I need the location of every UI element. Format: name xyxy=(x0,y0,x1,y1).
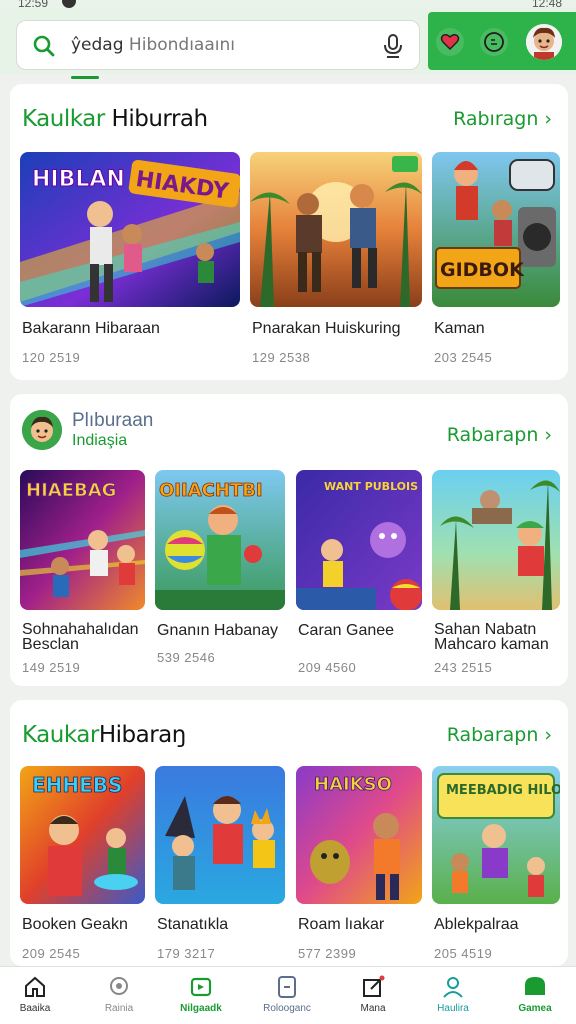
game-title: Pnarakan Huiskuring xyxy=(252,320,401,337)
nav-label: Nilgaadk xyxy=(180,1003,222,1014)
nav-label: Haulira xyxy=(437,1003,469,1014)
camera-dot-icon xyxy=(62,0,76,8)
game-count: 120 2519 xyxy=(22,350,81,365)
nav-people[interactable]: Haulira xyxy=(412,967,494,1024)
edit-icon xyxy=(363,975,385,997)
chevron-right-icon: › xyxy=(544,424,552,446)
section-title-dark: Hibaraŋ xyxy=(98,722,187,748)
game-icon xyxy=(190,977,212,997)
nav-tablet[interactable]: Rolooganc xyxy=(246,967,328,1024)
heart-button[interactable] xyxy=(436,28,464,56)
thumb-text-3: MEEBADIG HILON xyxy=(446,783,560,798)
bottom-nav: Baaika Rainia Nilgaadk Rolooganc Mana Ha… xyxy=(0,966,576,1024)
chat-icon xyxy=(484,32,504,52)
search-input[interactable]: ŷedag Hibondıaaını xyxy=(71,35,235,55)
search-bar[interactable]: ŷedag Hibondıaaını xyxy=(16,20,420,79)
see-more-label: Rabarapn xyxy=(446,424,539,446)
section-title-dark: Hiburrah xyxy=(104,106,209,132)
section-subtitle: Indiaşia xyxy=(72,432,128,449)
game-thumbnail xyxy=(250,152,422,307)
mic-icon[interactable] xyxy=(381,33,405,59)
home-icon xyxy=(25,976,45,997)
game-thumbnail: WANT PUBLOIS xyxy=(296,470,422,610)
nav-label: Rolooganc xyxy=(263,1003,311,1014)
section-title: Kaulkar Hiburrah xyxy=(22,106,208,132)
nav-game[interactable]: Nilgaadk xyxy=(160,967,242,1024)
game-thumbnail: OIIACHTBI xyxy=(155,470,285,610)
avatar[interactable] xyxy=(526,24,562,60)
see-more-label: Rabarapn xyxy=(446,724,539,746)
nav-edit[interactable]: Mana xyxy=(332,967,414,1024)
game-thumbnail: GIDBOK xyxy=(432,152,560,307)
game-thumbnail xyxy=(155,766,285,904)
game-count: 203 2545 xyxy=(434,350,493,365)
chevron-right-icon: › xyxy=(544,108,552,130)
section-games: KaukarHibaraŋ Rabarapn › EHHEBS Booken Ge… xyxy=(10,700,568,966)
chat-button[interactable] xyxy=(480,28,508,56)
see-more-label: Rabıragn xyxy=(453,108,539,130)
thumb-text-1: HIAEBAG xyxy=(26,480,116,501)
nav-label: Mana xyxy=(360,1003,386,1014)
game-thumbnail: HIAEBAG xyxy=(20,470,145,610)
game-count: 243 2515 xyxy=(434,660,493,675)
nav-label: Baaika xyxy=(19,1003,51,1014)
game-title: Sahan Nabatn Mahcaro kaman xyxy=(434,621,549,653)
people-icon xyxy=(443,977,463,998)
search-icon[interactable] xyxy=(31,33,57,59)
chevron-right-icon: › xyxy=(544,724,552,746)
thumb-text-3: GIDBOK xyxy=(440,259,525,281)
section-title: Plıburaan xyxy=(72,410,154,431)
chat-bubble-icon xyxy=(525,977,545,995)
game-count: 149 2519 xyxy=(22,660,81,675)
game-title: Bakarann Hibaraan xyxy=(22,320,160,337)
section-title-green: Kaukar xyxy=(22,722,99,748)
header-actions xyxy=(428,12,576,70)
see-more-link[interactable]: Rabıragn › xyxy=(453,108,552,130)
search-underline xyxy=(71,76,99,79)
game-title: Kaman xyxy=(434,320,485,337)
nav-label: Rainia xyxy=(104,1003,134,1014)
game-thumbnail: EHHEBS xyxy=(20,766,145,904)
game-title: Caran Ganee xyxy=(298,622,395,639)
thumb-text-2: HAIKSO xyxy=(314,774,392,795)
game-count: 205 4519 xyxy=(434,946,493,961)
game-title: Ablekpalraa xyxy=(434,916,519,933)
game-thumbnail: HIBLAN HIAKDY xyxy=(20,152,240,307)
game-title: Sohnahahalıdan Besclan xyxy=(22,621,139,653)
search-query-rest: Hibondıaaını xyxy=(123,35,235,55)
game-count: 577 2399 xyxy=(298,946,357,961)
thumb-text-1: EHHEBS xyxy=(32,773,122,797)
nav-label: Gamea xyxy=(518,1003,552,1014)
game-thumbnail xyxy=(432,470,560,610)
game-title: Gnanın Habanay xyxy=(157,622,278,639)
heart-icon xyxy=(440,34,460,50)
search-query-prefix: ŷedag xyxy=(71,35,124,55)
see-more-link[interactable]: Rabarapn › xyxy=(447,424,552,446)
game-count: 539 2546 xyxy=(157,650,216,665)
thumb-text-1: HIBLAN xyxy=(32,167,125,192)
section-indonesia: Plıburaan Indiaşia Rabarapn › HIAEBAG Soh… xyxy=(10,394,568,686)
game-title: Stanatıkla xyxy=(157,916,229,933)
game-thumbnail: MEEBADIG HILON xyxy=(432,766,560,904)
tablet-icon xyxy=(278,976,296,998)
radio-icon xyxy=(110,977,128,995)
section-avatar xyxy=(22,410,62,450)
game-count: 209 4560 xyxy=(298,660,357,675)
nav-radio[interactable]: Rainia xyxy=(78,967,160,1024)
game-count: 209 2545 xyxy=(22,946,81,961)
nav-home[interactable]: Baaika xyxy=(0,967,76,1024)
app-header: ŷedag Hibondıaaını xyxy=(0,8,576,79)
nav-chat[interactable]: Gamea xyxy=(494,967,576,1024)
thumb-text-3: WANT PUBLOIS xyxy=(324,480,418,493)
see-more-link[interactable]: Rabarapn › xyxy=(447,724,552,746)
section-title: KaukarHibaraŋ xyxy=(22,722,186,748)
section-featured: Kaulkar Hiburrah Rabıragn › HIBLAN HIAKDY… xyxy=(10,84,568,380)
thumb-text-2: OIIACHTBI xyxy=(159,480,263,501)
game-title: Booken Geakn xyxy=(22,916,128,933)
game-thumbnail: HAIKSO xyxy=(296,766,422,904)
game-count: 129 2538 xyxy=(252,350,311,365)
game-count: 179 3217 xyxy=(157,946,216,961)
game-title: Roam lıakar xyxy=(298,916,385,933)
section-title-green: Kaulkar xyxy=(22,106,105,132)
